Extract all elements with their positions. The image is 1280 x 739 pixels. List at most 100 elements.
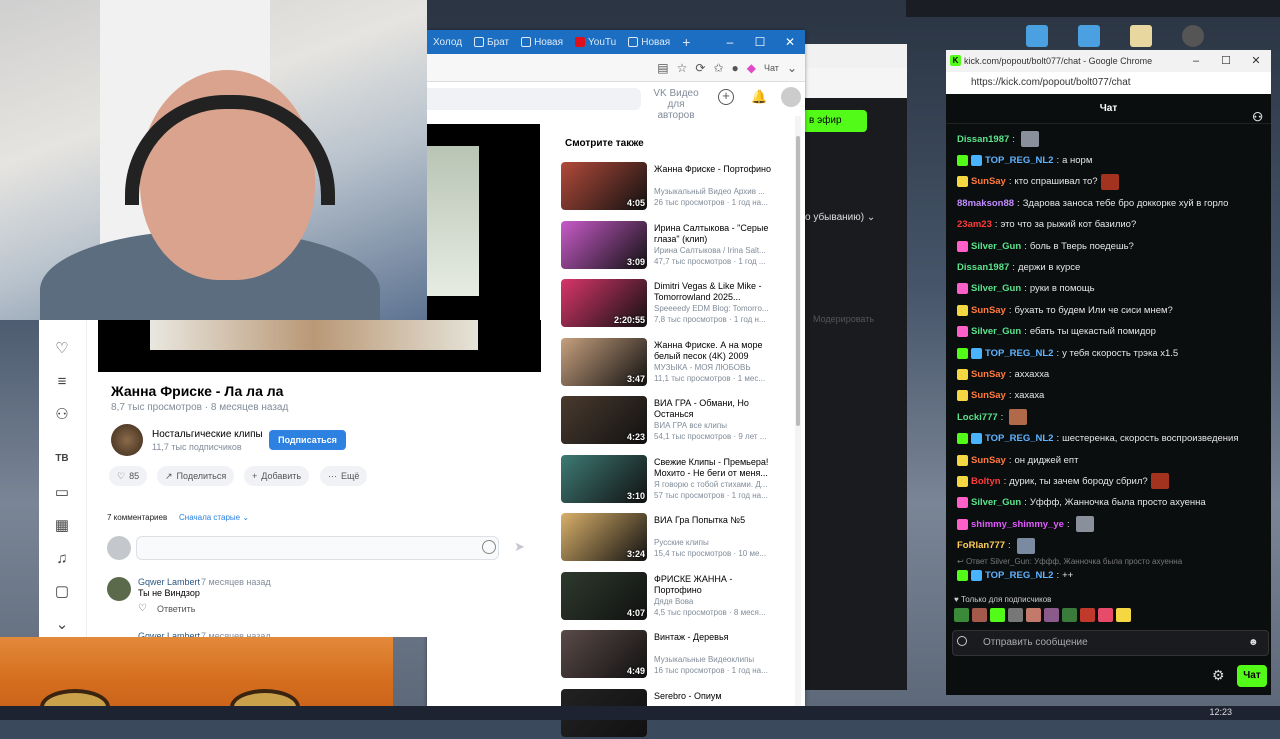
recommendation-item[interactable]: 3:47 Жанна Фриске. А на море белый песок …	[561, 337, 781, 388]
recommendation-item[interactable]: 4:05 Жанна Фриске - Портофино Музыкальный …	[561, 162, 781, 212]
chat-message[interactable]: SunSay: аххахха	[957, 365, 1049, 383]
emote[interactable]	[1026, 608, 1041, 622]
chat-message[interactable]: TOP_REG_NL2: а норм	[957, 151, 1092, 169]
chat-username[interactable]: SunSay	[971, 390, 1006, 401]
recommendation-title[interactable]: ВИА ГРА - Обмани, Но Останься	[654, 398, 774, 420]
star-icon[interactable]: ☆	[677, 61, 688, 75]
chat-username[interactable]: SunSay	[971, 455, 1006, 466]
favorites-icon[interactable]: ✩	[713, 61, 723, 75]
emote-picker-row[interactable]	[954, 608, 1131, 622]
copilot-icon[interactable]: ◆	[747, 61, 756, 75]
emote[interactable]	[1008, 608, 1023, 622]
playlist-add-icon[interactable]: ≡	[53, 373, 71, 391]
emote[interactable]	[1098, 608, 1113, 622]
recommendation-item[interactable]: 3:09 Ирина Салтыкова - "Серые глаза" (кли…	[561, 220, 781, 271]
recommendation-item[interactable]: 4:07 ФРИСКЕ ЖАННА - Портофино Дядя Вова 4,5…	[561, 571, 781, 622]
chat-username[interactable]: SunSay	[971, 176, 1006, 187]
chat-username[interactable]: 88makson88	[957, 198, 1014, 209]
more-button[interactable]: ··· Ещё	[320, 466, 368, 486]
tv-icon[interactable]: ТВ	[53, 450, 71, 468]
chat-message[interactable]: Boltyn: дурик, ты зачем бороду сбрил?	[957, 472, 1169, 490]
emote[interactable]	[1044, 608, 1059, 622]
close-icon[interactable]: ✕	[775, 30, 805, 54]
chat-message[interactable]: Silver_Gun: руки в помощь	[957, 280, 1095, 298]
comments-sort-dropdown[interactable]: Сначала старые ⌄	[179, 513, 249, 522]
groups-icon[interactable]: ⚇	[53, 406, 71, 424]
chat-message[interactable]: Dissan1987: держи в курсе	[957, 258, 1080, 276]
monitor-icon[interactable]: ▢	[53, 583, 71, 601]
go-live-button[interactable]: в эфир	[805, 110, 867, 132]
desktop-icons[interactable]	[1026, 25, 1204, 47]
emote[interactable]	[990, 608, 1005, 622]
chat-username[interactable]: shimmy_shimmy_ye	[971, 519, 1064, 530]
chat-message[interactable]: SunSay: он диджей епт	[957, 451, 1078, 469]
chat-username[interactable]: TOP_REG_NL2	[985, 433, 1053, 444]
browser-tab[interactable]: Брат	[468, 30, 515, 54]
minimize-icon[interactable]: –	[1181, 50, 1211, 72]
chat-username[interactable]: SunSay	[971, 305, 1006, 316]
extension-icon[interactable]: ⟳	[695, 61, 705, 75]
browser-tab[interactable]: Новая	[515, 30, 569, 54]
chat-label[interactable]: Чат	[764, 63, 779, 73]
chat-username[interactable]: TOP_REG_NL2	[985, 155, 1053, 166]
chat-message[interactable]: Silver_Gun: ебать ты щекастый помидор	[957, 323, 1156, 341]
chevron-down-icon[interactable]: ⌄	[787, 61, 797, 75]
scrollbar[interactable]	[795, 116, 801, 706]
chat-username[interactable]: SunSay	[971, 369, 1006, 380]
comment-author[interactable]: Gqwer Lambert	[138, 577, 200, 587]
chat-message[interactable]: 88makson88: Здарова заноса тебе бро докко…	[957, 194, 1228, 212]
recommendation-title[interactable]: Serebro - Опиум	[654, 691, 774, 702]
comment-input[interactable]	[136, 536, 499, 560]
video-player-bottom[interactable]	[98, 320, 541, 372]
clapper-icon[interactable]: ▦	[53, 517, 71, 535]
maximize-icon[interactable]: ☐	[1211, 50, 1241, 72]
emoji-icon[interactable]: ☻	[1248, 637, 1259, 648]
chat-username[interactable]: Silver_Gun	[971, 283, 1021, 294]
desktop-icon[interactable]	[1078, 25, 1100, 47]
chat-username[interactable]: TOP_REG_NL2	[985, 348, 1053, 359]
chat-message[interactable]: SunSay: кто спрашивал то?	[957, 173, 1119, 191]
recommendation-item[interactable]: 3:10 Свежие Клипы - Премьера! Мохито - Не…	[561, 454, 781, 505]
chat-input[interactable]: Отправить сообщение	[952, 630, 1269, 656]
chat-username[interactable]: Dissan1987	[957, 262, 1009, 273]
chat-message[interactable]: shimmy_shimmy_ye:	[957, 515, 1094, 533]
recommendation-item[interactable]: 2:20:55 Dimitri Vegas & Like Mike - Tomor…	[561, 279, 781, 329]
chat-username[interactable]: Dissan1987	[957, 134, 1009, 145]
send-chat-button[interactable]: Чат	[1237, 665, 1267, 687]
emote[interactable]	[954, 608, 969, 622]
recommendation-title[interactable]: Жанна Фриске - Портофино	[654, 164, 774, 175]
chat-message[interactable]: Dissan1987:	[957, 130, 1039, 148]
recommendation-title[interactable]: Жанна Фриске. А на море белый песок (4K)…	[654, 340, 774, 362]
chat-message[interactable]: Silver_Gun: боль в Тверь поедешь?	[957, 237, 1134, 255]
recommendation-title[interactable]: ФРИСКЕ ЖАННА - Портофино	[654, 574, 774, 596]
emote[interactable]	[1116, 608, 1131, 622]
chat-username[interactable]: Silver_Gun	[971, 241, 1021, 252]
search-input[interactable]	[427, 88, 641, 110]
recommendation-title[interactable]: Винтаж - Деревья	[654, 632, 774, 643]
browser-tab[interactable]: Холод	[427, 30, 468, 54]
chat-username[interactable]: TOP_REG_NL2	[985, 570, 1053, 581]
chevron-down-icon[interactable]: ⌄	[53, 616, 71, 634]
chat-username[interactable]: Silver_Gun	[971, 326, 1021, 337]
share-button[interactable]: ↗ Поделиться	[157, 466, 235, 486]
chat-message[interactable]: FoRlan777:	[957, 537, 1035, 555]
users-icon[interactable]: ⚇	[1252, 102, 1263, 132]
emote[interactable]	[1080, 608, 1095, 622]
music-icon[interactable]: ♫	[53, 550, 71, 568]
chat-username[interactable]: FoRlan777	[957, 540, 1005, 551]
recommendation-title[interactable]: Ирина Салтыкова - "Серые глаза" (клип)	[654, 223, 774, 245]
minimize-icon[interactable]: –	[715, 30, 745, 54]
heart-icon[interactable]: ♡	[138, 603, 147, 614]
channel-avatar[interactable]	[111, 424, 143, 456]
subscribe-button[interactable]: Подписаться	[269, 430, 346, 450]
vk-video-for-authors-link[interactable]: VK Видео для авторов	[649, 88, 703, 121]
chat-username[interactable]: Silver_Gun	[971, 497, 1021, 508]
comment-avatar[interactable]	[107, 577, 131, 601]
desktop-icon[interactable]	[1026, 25, 1048, 47]
chat-message[interactable]: TOP_REG_NL2: ++	[957, 566, 1073, 584]
recommendation-title[interactable]: ВИА Гра Попытка №5	[654, 515, 774, 526]
chat-message[interactable]: Silver_Gun: Уффф, Жанночка была просто ах…	[957, 494, 1206, 512]
recommendation-item[interactable]: 3:24 ВИА Гра Попытка №5 Русские клипы 15,4 …	[561, 513, 781, 563]
send-icon[interactable]: ➤	[514, 539, 525, 555]
recommendation-title[interactable]: Dimitri Vegas & Like Mike - Tomorrowland…	[654, 281, 774, 303]
